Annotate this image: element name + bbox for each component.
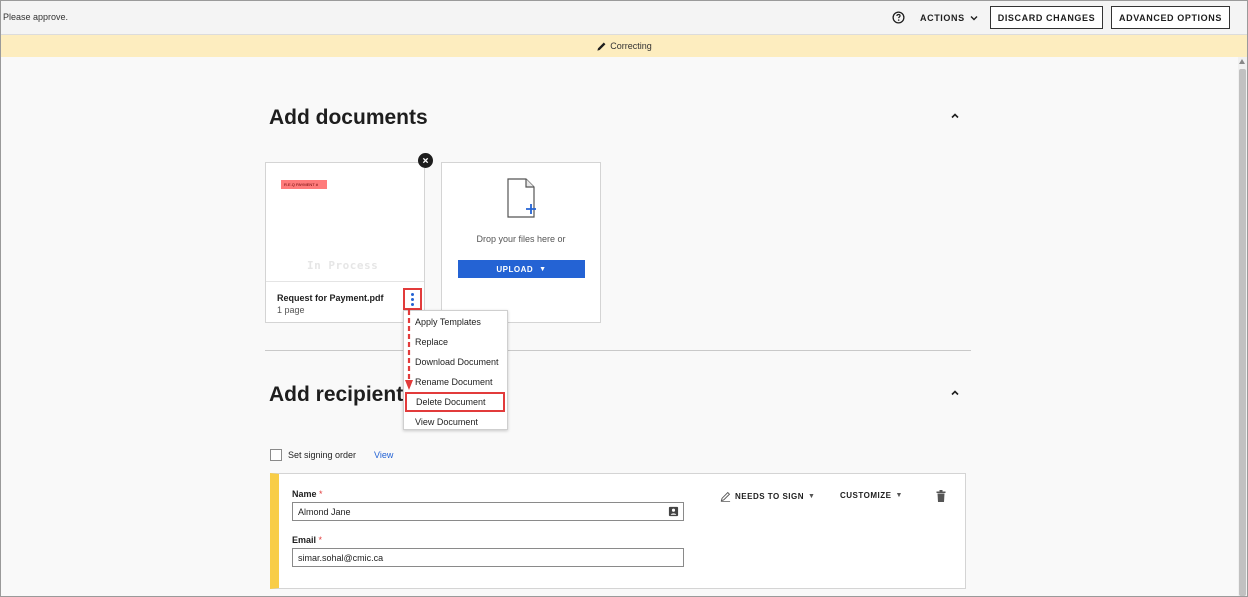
recipient-card: Name * Almond Jane Email * simar.sohal@c… xyxy=(270,473,966,589)
caret-down-icon: ▼ xyxy=(808,493,816,500)
menu-item-view-document[interactable]: View Document xyxy=(404,412,507,432)
email-value: simar.sohal@cmic.ca xyxy=(298,552,384,563)
menu-item-replace[interactable]: Replace xyxy=(404,332,507,352)
document-tag: R.E.Q PAYMENT # xyxy=(281,180,327,189)
document-more-options-kebab-icon[interactable] xyxy=(403,288,422,310)
signing-order-checkbox[interactable] xyxy=(270,449,282,461)
actions-label: ACTIONS xyxy=(920,13,965,23)
banner-text: Correcting xyxy=(610,41,652,51)
help-circle-icon[interactable] xyxy=(892,11,905,24)
upload-dropzone[interactable]: Drop your files here or UPLOAD ▼ xyxy=(441,162,601,323)
correcting-banner: Correcting xyxy=(1,35,1247,57)
signing-order-label: Set signing order xyxy=(288,450,357,460)
pen-icon xyxy=(720,491,731,502)
collapse-recipients-chevron-up-icon[interactable] xyxy=(950,388,960,398)
menu-item-download-document[interactable]: Download Document xyxy=(404,352,507,372)
drop-files-text: Drop your files here or xyxy=(476,234,566,244)
customize-dropdown[interactable]: CUSTOMIZE ▼ xyxy=(840,491,903,500)
pencil-icon xyxy=(597,42,606,51)
chevron-down-icon xyxy=(970,16,978,21)
menu-item-rename-document[interactable]: Rename Document xyxy=(404,372,507,392)
add-documents-heading: Add documents xyxy=(269,106,428,129)
top-bar: Please approve. ACTIONS DISCARD CHANGES … xyxy=(1,1,1247,35)
document-page-count: 1 page xyxy=(277,305,305,315)
discard-changes-button[interactable]: DISCARD CHANGES xyxy=(990,6,1103,29)
document-thumbnail[interactable]: R.E.Q PAYMENT # In Process xyxy=(266,163,424,282)
trash-icon[interactable] xyxy=(936,490,946,502)
menu-item-apply-templates[interactable]: Apply Templates xyxy=(404,312,507,332)
in-process-watermark: In Process xyxy=(307,259,379,272)
email-input[interactable]: simar.sohal@cmic.ca xyxy=(292,548,684,567)
vertical-scrollbar[interactable] xyxy=(1238,57,1247,596)
remove-document-close-icon[interactable] xyxy=(418,153,433,168)
annotation-arrow-icon xyxy=(405,310,413,390)
upload-button[interactable]: UPLOAD ▼ xyxy=(458,260,585,278)
name-input[interactable]: Almond Jane xyxy=(292,502,684,521)
recipient-role-dropdown[interactable]: NEEDS TO SIGN ▼ xyxy=(720,491,815,502)
scrollbar-thumb[interactable] xyxy=(1239,69,1246,596)
document-card[interactable]: R.E.Q PAYMENT # In Process Request for P… xyxy=(265,162,425,323)
customize-label: CUSTOMIZE xyxy=(840,491,892,500)
file-add-icon xyxy=(507,178,536,218)
menu-item-delete-document[interactable]: Delete Document xyxy=(405,392,505,412)
email-field-label: Email * xyxy=(292,535,323,545)
scroll-up-arrow-icon[interactable] xyxy=(1239,59,1245,64)
contact-card-icon[interactable] xyxy=(668,506,679,517)
advanced-options-button[interactable]: ADVANCED OPTIONS xyxy=(1111,6,1230,29)
add-recipients-heading: Add recipient xyxy=(269,383,404,406)
document-context-menu: Apply Templates Replace Download Document R… xyxy=(403,310,508,430)
section-divider xyxy=(265,350,971,351)
caret-down-icon: ▼ xyxy=(895,492,903,499)
signing-order-row: Set signing order View xyxy=(270,449,393,461)
approval-message: Please approve. xyxy=(3,12,69,22)
role-label: NEEDS TO SIGN xyxy=(735,492,805,501)
collapse-documents-chevron-up-icon[interactable] xyxy=(950,111,960,121)
caret-down-icon: ▼ xyxy=(539,265,547,273)
name-field-label: Name * xyxy=(292,489,323,499)
actions-menu-button[interactable]: ACTIONS xyxy=(920,13,978,23)
name-value: Almond Jane xyxy=(298,506,351,517)
document-name: Request for Payment.pdf xyxy=(277,293,384,303)
view-signing-order-link[interactable]: View xyxy=(374,450,393,460)
upload-label: UPLOAD xyxy=(496,264,534,274)
